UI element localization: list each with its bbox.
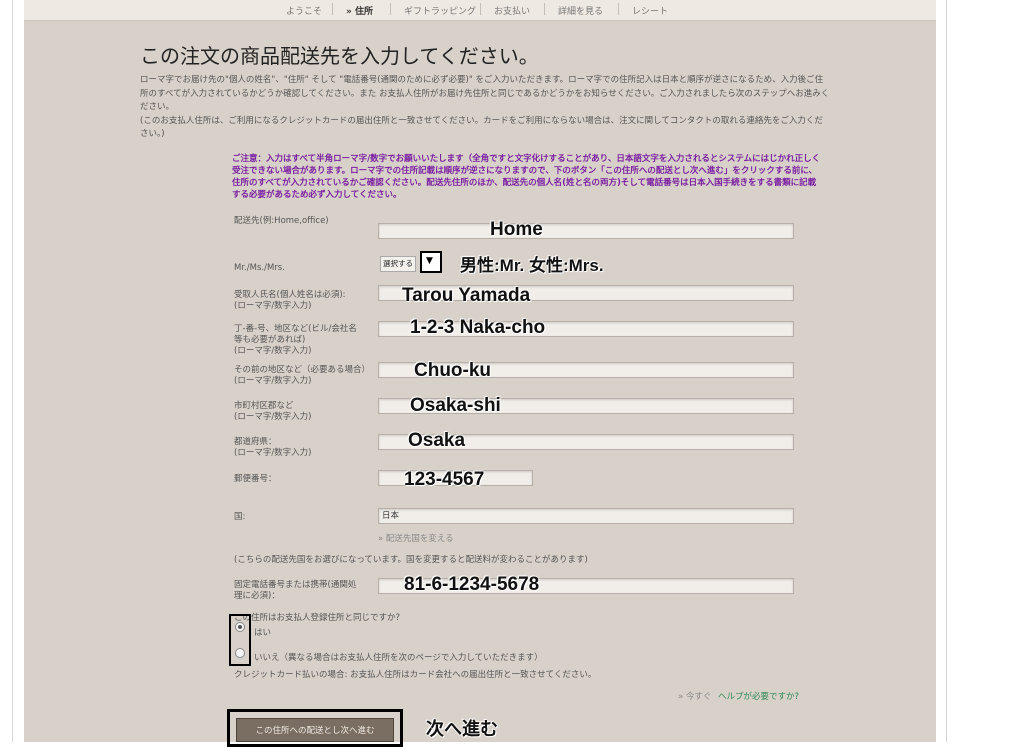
nickname-input[interactable] bbox=[378, 223, 794, 239]
postal-code-value: 123-4567 bbox=[404, 469, 485, 490]
radio-no[interactable] bbox=[235, 648, 245, 658]
label-line: その前の地区など（必要ある場合） bbox=[234, 365, 371, 375]
intro-paragraph: (このお支払人住所は、ご利用になるクレジットカードの届出住所と一致させてください… bbox=[140, 115, 823, 140]
change-country-link[interactable]: » 配送先国を変える bbox=[378, 532, 454, 544]
recipient-name-value: Tarou Yamada bbox=[402, 285, 531, 306]
intro-text: ローマ字でお届け先の"個人の姓名"、"住所" そして "電話番号(通関のために必… bbox=[140, 74, 830, 142]
submit-address-button[interactable]: この住所への配送とし次へ進む bbox=[236, 718, 394, 742]
label-line: (ローマ字/数字入力) bbox=[234, 346, 312, 356]
title-dropdown-toggle[interactable]: ▼ bbox=[420, 251, 442, 273]
city-value: Osaka-shi bbox=[410, 395, 501, 416]
page-right-border bbox=[946, 0, 947, 742]
nav-step-payment[interactable]: お支払い bbox=[494, 4, 530, 17]
label-phone: 固定電話番号または携帯(通関処 理に必須)： bbox=[234, 580, 356, 602]
label-line: (ローマ字/数字入力) bbox=[234, 448, 312, 458]
label-title: Mr./Ms./Mrs. bbox=[234, 263, 285, 273]
nav-separator bbox=[480, 3, 481, 15]
label-line: 市町村区郡など bbox=[234, 401, 294, 411]
label-line: 固定電話番号または携帯(通関処 bbox=[234, 580, 357, 590]
title-select[interactable]: 選択する bbox=[380, 256, 416, 272]
same-address-question: この住所はお支払人登録住所と同じですか? bbox=[234, 613, 401, 623]
label-line: (ローマ字/数字入力) bbox=[234, 301, 312, 311]
country-note: (こちらの配送先国をお選びになっています。国を変更すると配送料が変わることがあり… bbox=[234, 555, 588, 565]
nav-separator bbox=[390, 3, 391, 15]
option-no-label[interactable]: いいえ（異なる場合はお支払人住所を次のページで入力していただきます） bbox=[254, 651, 543, 663]
help-prefix: » 今すぐ bbox=[678, 692, 712, 702]
nav-step-gift-wrapping[interactable]: ギフトラッピング bbox=[404, 4, 476, 17]
option-yes-label[interactable]: はい bbox=[254, 626, 271, 638]
address-line2-value: Chuo-ku bbox=[414, 360, 492, 381]
checkout-steps-nav: ようこそ » 住所 ギフトラッピング お支払い 詳細を見る レシート bbox=[24, 0, 936, 21]
input-notice: ご注意：入力はすべて半角ローマ字/数字でお願いいたします（全角ですと文字化けする… bbox=[232, 154, 821, 200]
page-left-border bbox=[12, 0, 13, 742]
nav-step-welcome[interactable]: ようこそ bbox=[286, 4, 322, 17]
label-address-line1: 丁-番-号、地区など(ビル/会社名 等も必要があれば) (ローマ字/数字入力) bbox=[234, 324, 357, 357]
label-line: 丁-番-号、地区など(ビル/会社名 bbox=[234, 324, 357, 334]
nav-step-receipt[interactable]: レシート bbox=[632, 4, 668, 17]
intro-paragraph: ローマ字でお届け先の"個人の姓名"、"住所" そして "電話番号(通関のために必… bbox=[140, 75, 830, 112]
same-address-radio-group bbox=[229, 614, 251, 666]
label-prefecture: 都道府県： (ローマ字/数字入力) bbox=[234, 437, 312, 459]
nav-separator bbox=[332, 3, 333, 15]
credit-card-note: クレジットカード払いの場合: お支払人住所はカード会社への届出住所と一致させてく… bbox=[234, 670, 597, 680]
nickname-value: Home bbox=[490, 219, 543, 240]
chevron-down-icon: ▼ bbox=[426, 256, 433, 266]
nav-separator bbox=[618, 3, 619, 15]
label-line: (ローマ字/数字入力) bbox=[234, 376, 312, 386]
nav-step-address[interactable]: » 住所 bbox=[346, 4, 373, 17]
label-address-line2: その前の地区など（必要ある場合） (ローマ字/数字入力) bbox=[234, 365, 370, 387]
radio-yes[interactable] bbox=[235, 622, 245, 632]
label-country: 国: bbox=[234, 512, 246, 522]
title-hint: 男性:Mr. 女性:Mrs. bbox=[460, 256, 604, 275]
label-recipient-name: 受取人氏名(個人姓名は必須): (ローマ字/数字入力) bbox=[234, 290, 346, 312]
label-city: 市町村区郡など (ローマ字/数字入力) bbox=[234, 401, 312, 423]
country-select[interactable]: 日本 bbox=[378, 508, 794, 524]
label-line: 都道府県： bbox=[234, 437, 277, 447]
page-title: この注文の商品配送先を入力してください。 bbox=[140, 44, 539, 68]
nav-separator bbox=[544, 3, 545, 15]
help-link[interactable]: ヘルプが必要ですか? bbox=[718, 690, 799, 702]
label-line: 受取人氏名(個人姓名は必須): bbox=[234, 290, 346, 300]
nav-step-review[interactable]: 詳細を見る bbox=[558, 4, 603, 17]
prefecture-value: Osaka bbox=[408, 430, 466, 451]
label-line: 等も必要があれば) bbox=[234, 335, 306, 345]
label-nickname: 配送先(例:Home,office) bbox=[234, 216, 329, 226]
submit-annotation: 次へ進む bbox=[426, 719, 498, 739]
address-line1-value: 1-2-3 Naka-cho bbox=[410, 317, 546, 338]
phone-value: 81-6-1234-5678 bbox=[404, 574, 540, 595]
label-line: 理に必須)： bbox=[234, 591, 280, 601]
label-postal-code: 郵便番号： bbox=[234, 474, 277, 484]
label-line: (ローマ字/数字入力) bbox=[234, 412, 312, 422]
